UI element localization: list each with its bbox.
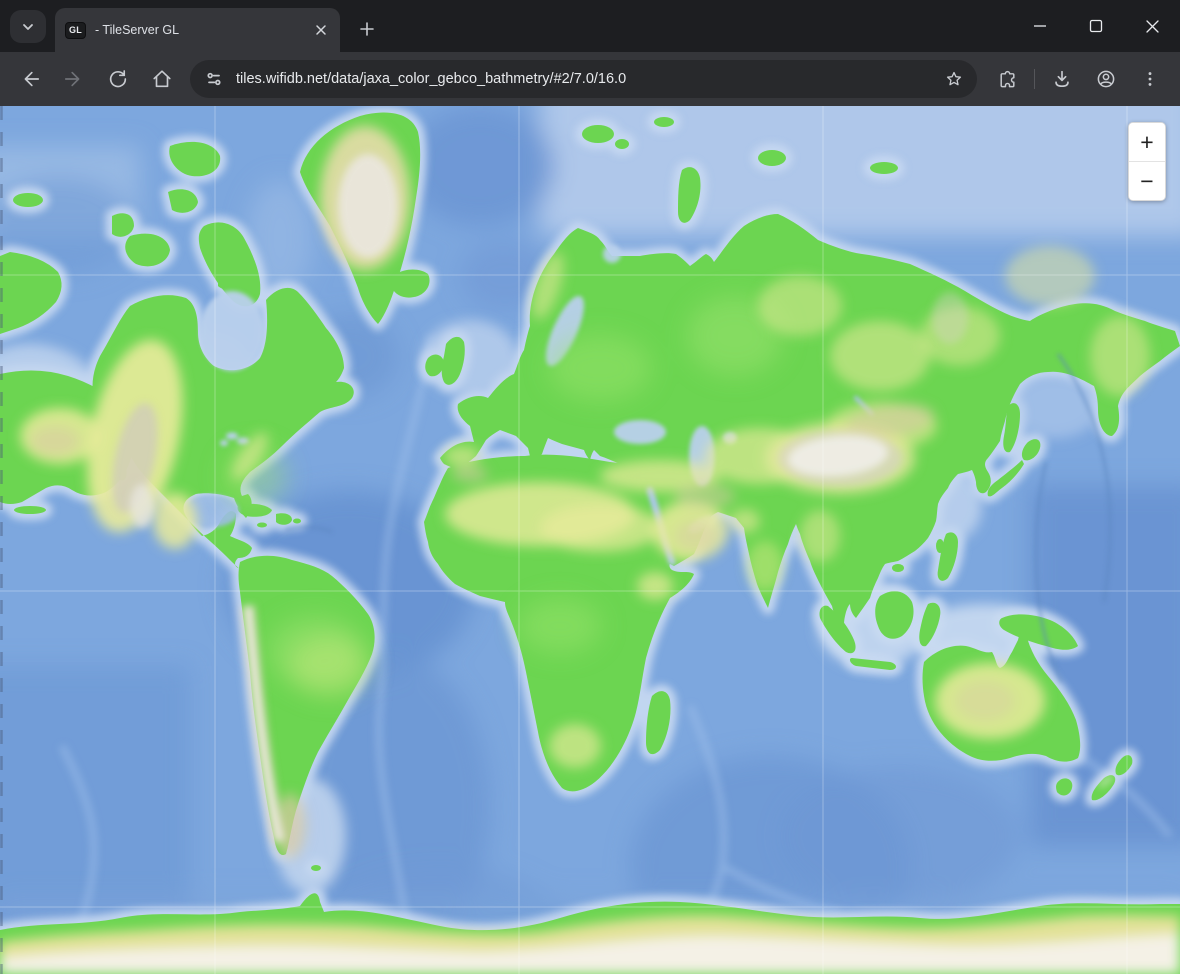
- url-text[interactable]: tiles.wifidb.net/data/jaxa_color_gebco_b…: [236, 71, 937, 87]
- new-tab-button[interactable]: [352, 14, 382, 44]
- site-settings-icon: [205, 70, 223, 88]
- minimize-icon: [1033, 19, 1047, 33]
- browser-window: GL - TileServer GL: [0, 0, 1180, 974]
- kebab-menu-icon: [1140, 69, 1160, 89]
- close-window-button[interactable]: [1124, 0, 1180, 52]
- browser-tab[interactable]: GL - TileServer GL: [55, 8, 340, 52]
- forward-icon: [63, 68, 85, 90]
- back-button[interactable]: [10, 59, 50, 99]
- map-zoom-control: + −: [1128, 122, 1166, 201]
- map-viewport[interactable]: + −: [0, 106, 1180, 974]
- close-icon: [1145, 19, 1160, 34]
- home-button[interactable]: [142, 59, 182, 99]
- download-icon: [1051, 68, 1073, 90]
- minimize-button[interactable]: [1012, 0, 1068, 52]
- tab-search-button[interactable]: [10, 10, 46, 43]
- close-icon: [314, 23, 328, 37]
- tab-title: - TileServer GL: [95, 23, 312, 37]
- tab-favicon: GL: [65, 22, 86, 39]
- zoom-out-button[interactable]: −: [1129, 162, 1165, 200]
- plus-icon: [359, 21, 375, 37]
- forward-button[interactable]: [54, 59, 94, 99]
- address-bar[interactable]: tiles.wifidb.net/data/jaxa_color_gebco_b…: [190, 60, 977, 98]
- star-icon: [944, 69, 964, 89]
- home-icon: [151, 68, 173, 90]
- puzzle-piece-icon: [997, 69, 1018, 90]
- window-controls: [1012, 0, 1180, 52]
- toolbar-divider: [1034, 69, 1035, 89]
- bookmark-button[interactable]: [937, 62, 971, 96]
- menu-button[interactable]: [1130, 59, 1170, 99]
- tab-strip: GL - TileServer GL: [0, 0, 1180, 52]
- site-info-button[interactable]: [198, 65, 230, 93]
- maximize-button[interactable]: [1068, 0, 1124, 52]
- back-icon: [19, 68, 41, 90]
- maximize-icon: [1089, 19, 1103, 33]
- world-map[interactable]: [0, 106, 1180, 974]
- extensions-button[interactable]: [987, 59, 1027, 99]
- downloads-button[interactable]: [1042, 59, 1082, 99]
- profile-icon: [1095, 68, 1117, 90]
- reload-button[interactable]: [98, 59, 138, 99]
- chevron-down-icon: [20, 19, 36, 35]
- browser-toolbar: tiles.wifidb.net/data/jaxa_color_gebco_b…: [0, 52, 1180, 106]
- tab-close-button[interactable]: [312, 21, 330, 39]
- profile-button[interactable]: [1086, 59, 1126, 99]
- zoom-in-button[interactable]: +: [1129, 123, 1165, 161]
- reload-icon: [107, 68, 129, 90]
